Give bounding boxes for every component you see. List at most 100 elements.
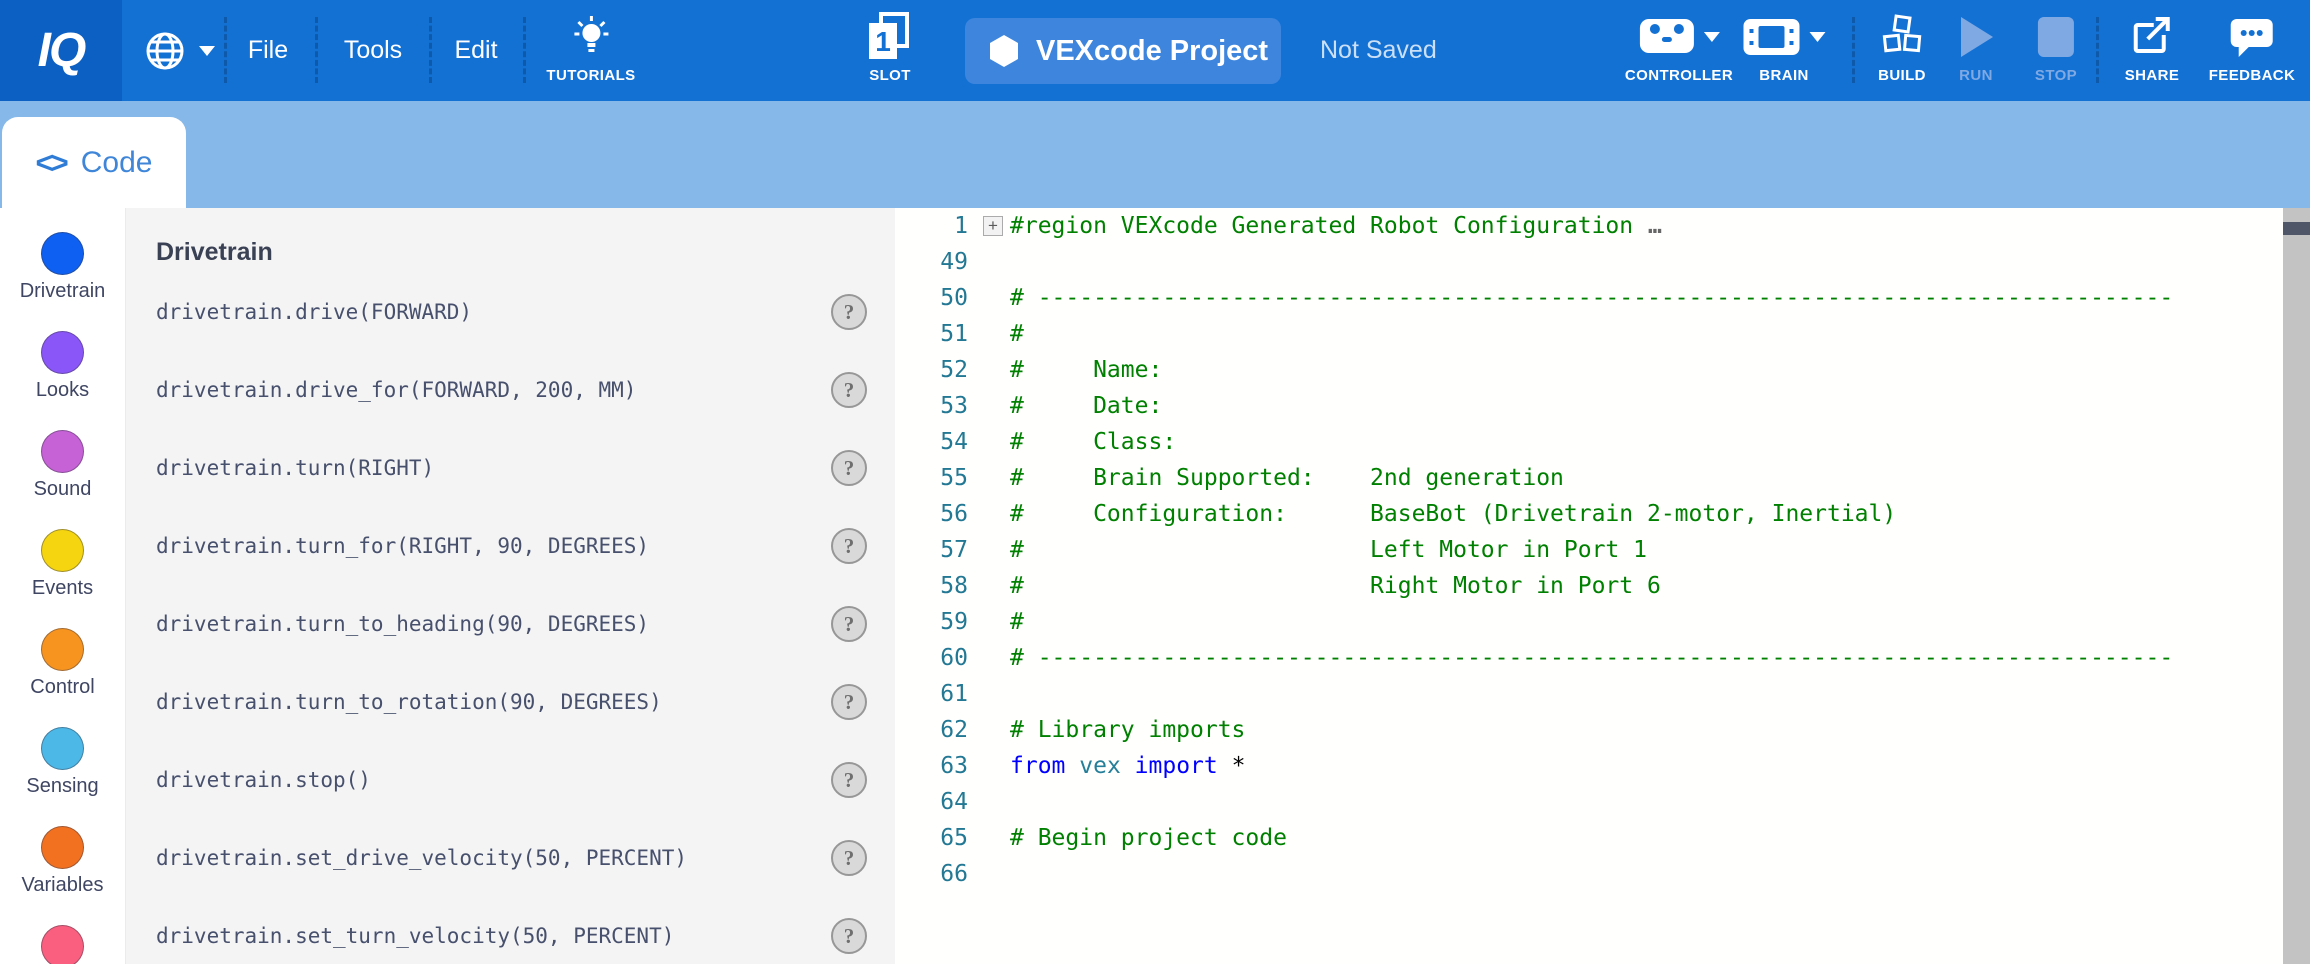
line-number: 55 xyxy=(895,460,968,496)
code-line[interactable]: 66 xyxy=(895,856,2283,892)
code-line[interactable]: 56# Configuration: BaseBot (Drivetrain 2… xyxy=(895,496,2283,532)
code-line[interactable]: 60# ------------------------------------… xyxy=(895,640,2283,676)
code-line[interactable]: 54# Class: xyxy=(895,424,2283,460)
command-help-button[interactable]: ? xyxy=(831,372,867,408)
category-control[interactable]: Control xyxy=(0,628,125,727)
fold-margin xyxy=(968,280,1010,316)
code-line[interactable]: 61 xyxy=(895,676,2283,712)
code-token: # xyxy=(1010,321,1024,347)
top-bar: IQ File Tools Edit xyxy=(0,0,2310,101)
category-sound[interactable]: Sound xyxy=(0,430,125,529)
editor-scrollbar-track[interactable] xyxy=(2283,208,2310,964)
panel-title: Drivetrain xyxy=(156,238,895,267)
code-editor[interactable]: 1+#region VEXcode Generated Robot Config… xyxy=(895,208,2283,964)
fold-margin xyxy=(968,856,1010,892)
topbar-separator xyxy=(315,17,318,83)
command-code: drivetrain.drive(FORWARD) xyxy=(156,300,472,324)
category-color-dot xyxy=(41,826,84,869)
line-number: 62 xyxy=(895,712,968,748)
command-row[interactable]: drivetrain.turn_to_rotation(90, DEGREES)… xyxy=(126,663,895,741)
line-number: 64 xyxy=(895,784,968,820)
code-line[interactable]: 52# Name: xyxy=(895,352,2283,388)
code-line[interactable]: 59# xyxy=(895,604,2283,640)
code-line[interactable]: 63from vex import * xyxy=(895,748,2283,784)
build-button[interactable]: BUILD xyxy=(1878,10,1926,84)
command-row[interactable]: drivetrain.drive_for(FORWARD, 200, MM)? xyxy=(126,351,895,429)
run-button[interactable]: RUN xyxy=(1957,10,1995,84)
code-line[interactable]: 62 # Library imports xyxy=(895,712,2283,748)
code-line[interactable]: 51# xyxy=(895,316,2283,352)
build-blocks-icon xyxy=(1879,14,1925,60)
fold-margin xyxy=(968,496,1010,532)
feedback-label: FEEDBACK xyxy=(2209,67,2296,84)
code-line[interactable]: 65# Begin project code xyxy=(895,820,2283,856)
slot-button[interactable]: 1 SLOT xyxy=(865,10,915,84)
command-code: drivetrain.turn(RIGHT) xyxy=(156,456,434,480)
command-row[interactable]: drivetrain.turn_to_heading(90, DEGREES)? xyxy=(126,585,895,663)
code-token: # --------------------------------------… xyxy=(1010,645,2173,671)
stop-button[interactable]: STOP xyxy=(2035,10,2077,84)
code-line[interactable]: 50# ------------------------------------… xyxy=(895,280,2283,316)
command-help-button[interactable]: ? xyxy=(831,294,867,330)
category-sensing[interactable]: Sensing xyxy=(0,727,125,826)
code-content: # Library imports xyxy=(1010,712,1245,748)
code-token: # Name: xyxy=(1010,357,1162,383)
menu-tools[interactable]: Tools xyxy=(330,0,416,101)
command-row[interactable]: drivetrain.set_turn_velocity(50, PERCENT… xyxy=(126,897,895,964)
code-line[interactable]: 58# Right Motor in Port 6 xyxy=(895,568,2283,604)
brain-button[interactable]: BRAIN xyxy=(1743,10,1826,84)
fold-expand-icon[interactable]: + xyxy=(983,216,1003,236)
code-line[interactable]: 57 # Left Motor in Port 1 xyxy=(895,532,2283,568)
code-token: # Left Motor in Port 1 xyxy=(1010,537,1647,563)
command-row[interactable]: drivetrain.set_drive_velocity(50, PERCEN… xyxy=(126,819,895,897)
code-line[interactable]: 1+#region VEXcode Generated Robot Config… xyxy=(895,208,2283,244)
command-help-button[interactable]: ? xyxy=(831,450,867,486)
command-help-button[interactable]: ? xyxy=(831,762,867,798)
save-status: Not Saved xyxy=(1320,0,1437,101)
menu-edit[interactable]: Edit xyxy=(440,0,511,101)
code-line[interactable]: 53# Date: xyxy=(895,388,2283,424)
topbar-separator xyxy=(224,17,227,83)
code-line[interactable]: 55# Brain Supported: 2nd generation xyxy=(895,460,2283,496)
command-row[interactable]: drivetrain.turn_for(RIGHT, 90, DEGREES)? xyxy=(126,507,895,585)
controller-button[interactable]: CONTROLLER xyxy=(1625,10,1733,84)
category-label: Sound xyxy=(34,478,92,501)
tutorials-button[interactable]: TUTORIALS xyxy=(546,10,635,84)
category-color-dot xyxy=(41,430,84,473)
feedback-button[interactable]: FEEDBACK xyxy=(2209,10,2296,84)
command-help-button[interactable]: ? xyxy=(831,840,867,876)
command-row[interactable]: drivetrain.stop()? xyxy=(126,741,895,819)
category-partial[interactable] xyxy=(0,925,125,964)
command-code: drivetrain.set_drive_velocity(50, PERCEN… xyxy=(156,846,687,870)
line-number: 66 xyxy=(895,856,968,892)
line-number: 57 xyxy=(895,532,968,568)
editor-scrollbar-thumb[interactable] xyxy=(2283,222,2310,235)
category-looks[interactable]: Looks xyxy=(0,331,125,430)
category-variables[interactable]: Variables xyxy=(0,826,125,925)
tab-code[interactable]: <> Code xyxy=(2,117,186,208)
command-help-button[interactable]: ? xyxy=(831,528,867,564)
command-help-button[interactable]: ? xyxy=(831,606,867,642)
language-menu[interactable] xyxy=(143,0,215,101)
project-name-button[interactable]: VEXcode Project xyxy=(965,18,1281,84)
menu-file[interactable]: File xyxy=(234,0,302,101)
command-row[interactable]: drivetrain.turn(RIGHT)? xyxy=(126,429,895,507)
command-help-button[interactable]: ? xyxy=(831,684,867,720)
fold-margin xyxy=(968,244,1010,280)
code-line[interactable]: 49 xyxy=(895,244,2283,280)
share-button[interactable]: SHARE xyxy=(2125,10,2180,84)
stop-square-icon xyxy=(2036,15,2076,59)
code-brackets-icon: <> xyxy=(36,145,66,181)
command-code: drivetrain.turn_for(RIGHT, 90, DEGREES) xyxy=(156,534,649,558)
category-events[interactable]: Events xyxy=(0,529,125,628)
command-row[interactable]: drivetrain.drive(FORWARD)? xyxy=(126,273,895,351)
code-token: # Class: xyxy=(1010,429,1176,455)
code-line[interactable]: 64 xyxy=(895,784,2283,820)
command-code: drivetrain.drive_for(FORWARD, 200, MM) xyxy=(156,378,636,402)
line-number: 1 xyxy=(895,208,968,244)
topbar-separator xyxy=(429,17,432,83)
command-help-button[interactable]: ? xyxy=(831,918,867,954)
category-drivetrain[interactable]: Drivetrain xyxy=(0,232,125,331)
category-label: Events xyxy=(32,577,93,600)
iq-logo-box[interactable]: IQ xyxy=(0,0,122,101)
